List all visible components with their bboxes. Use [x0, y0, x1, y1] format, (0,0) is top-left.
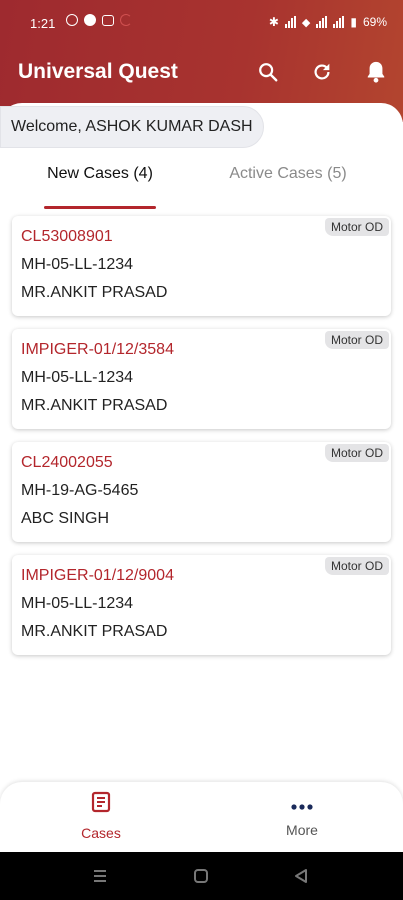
gmail-icon: [102, 14, 114, 26]
vehicle-number: MH-19-AG-5465: [21, 482, 139, 499]
case-card[interactable]: Motor OD IMPIGER-01/12/3584 MH-05-LL-123…: [12, 329, 391, 429]
case-tabs: New Cases (4) Active Cases (5): [0, 165, 403, 211]
system-navigation-bar: [0, 852, 403, 900]
battery-icon: ▮: [350, 15, 357, 29]
customer-name: ABC SINGH: [21, 510, 110, 527]
signal-3-icon: [333, 16, 345, 28]
case-id: CL53008901: [21, 228, 113, 245]
bluetooth-icon: ✱: [268, 15, 279, 29]
tab-new-cases[interactable]: New Cases (4): [0, 165, 200, 183]
whatsapp-icon: [66, 14, 78, 26]
case-id: CL24002055: [21, 454, 113, 471]
signal-icon: [284, 16, 296, 28]
battery-level: 69%: [362, 15, 387, 29]
case-type-badge: Motor OD: [324, 557, 389, 575]
customer-name: MR.ANKIT PRASAD: [21, 397, 168, 414]
more-dots-icon: [290, 798, 314, 816]
customer-name: MR.ANKIT PRASAD: [21, 284, 168, 301]
welcome-banner: Welcome, ASHOK KUMAR DASH: [0, 106, 264, 148]
notification-icons: [66, 14, 132, 26]
case-id: IMPIGER-01/12/3584: [21, 341, 174, 358]
bell-icon[interactable]: [362, 58, 390, 86]
vehicle-number: MH-05-LL-1234: [21, 369, 134, 386]
system-status-icons: ✱ ◆ ▮ 69%: [269, 15, 387, 29]
search-icon[interactable]: [254, 58, 282, 86]
refresh-icon[interactable]: [308, 58, 336, 86]
back-icon[interactable]: [293, 868, 309, 889]
case-id: IMPIGER-01/12/9004: [21, 567, 174, 584]
vehicle-number: MH-05-LL-1234: [21, 595, 134, 612]
active-tab-indicator: [44, 206, 156, 209]
nav-cases[interactable]: Cases: [41, 790, 161, 841]
status-time: 1:21: [30, 16, 56, 31]
case-type-badge: Motor OD: [324, 331, 389, 349]
nav-more-label: More: [286, 822, 318, 838]
case-type-badge: Motor OD: [324, 444, 389, 462]
signal-2-icon: [316, 16, 328, 28]
sync-icon: [120, 14, 132, 26]
nav-more[interactable]: More: [242, 790, 362, 838]
cloud-icon: [84, 14, 96, 26]
case-type-badge: Motor OD: [324, 218, 389, 236]
customer-name: MR.ANKIT PRASAD: [21, 623, 168, 640]
tab-active-cases[interactable]: Active Cases (5): [188, 165, 388, 183]
case-card[interactable]: Motor OD IMPIGER-01/12/9004 MH-05-LL-123…: [12, 555, 391, 655]
vehicle-number: MH-05-LL-1234: [21, 256, 134, 273]
case-card[interactable]: Motor OD CL24002055 MH-19-AG-5465 ABC SI…: [12, 442, 391, 542]
document-icon: [89, 790, 113, 819]
bottom-navigation: Cases More: [0, 782, 403, 852]
home-icon[interactable]: [193, 868, 209, 889]
status-bar: 1:21 ✱ ◆ ▮ 69%: [0, 0, 403, 46]
nav-cases-label: Cases: [81, 825, 121, 841]
case-card[interactable]: Motor OD CL53008901 MH-05-LL-1234 MR.ANK…: [12, 216, 391, 316]
recents-icon[interactable]: [92, 868, 108, 889]
wifi-icon: ◆: [301, 16, 311, 29]
app-title: Universal Quest: [18, 60, 178, 83]
